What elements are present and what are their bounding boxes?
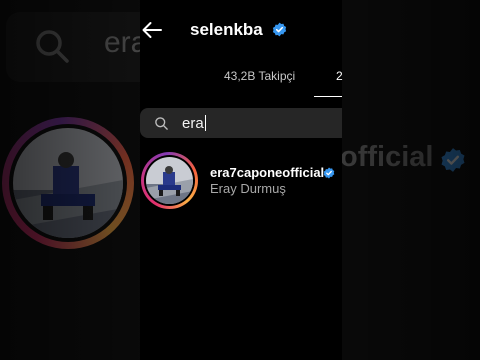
profile-title: selenkba [190, 20, 263, 39]
result-full-name: Eray Durmuş [210, 181, 286, 196]
follow-tabs: 43,2B Takipçi 2 [140, 60, 343, 97]
tab-following[interactable]: 2 [336, 69, 343, 83]
active-tab-indicator [314, 96, 342, 97]
avatar[interactable] [141, 152, 198, 209]
text-caret [204, 115, 206, 131]
verified-badge-icon [272, 22, 287, 42]
followers-panel: selenkba 43,2B Takipçi 2 era era7caponeo… [140, 0, 343, 360]
search-input[interactable]: era [140, 108, 342, 138]
search-icon [154, 116, 169, 136]
tab-followers[interactable]: 43,2B Takipçi [224, 69, 295, 83]
list-item[interactable]: era7caponeofficial Eray Durmuş [140, 150, 342, 214]
result-username: era7caponeofficial [210, 165, 325, 180]
arrow-left-icon[interactable] [140, 18, 164, 42]
profile-header: selenkba [140, 0, 342, 60]
verified-badge-icon [323, 166, 335, 184]
search-query: era [182, 115, 204, 132]
